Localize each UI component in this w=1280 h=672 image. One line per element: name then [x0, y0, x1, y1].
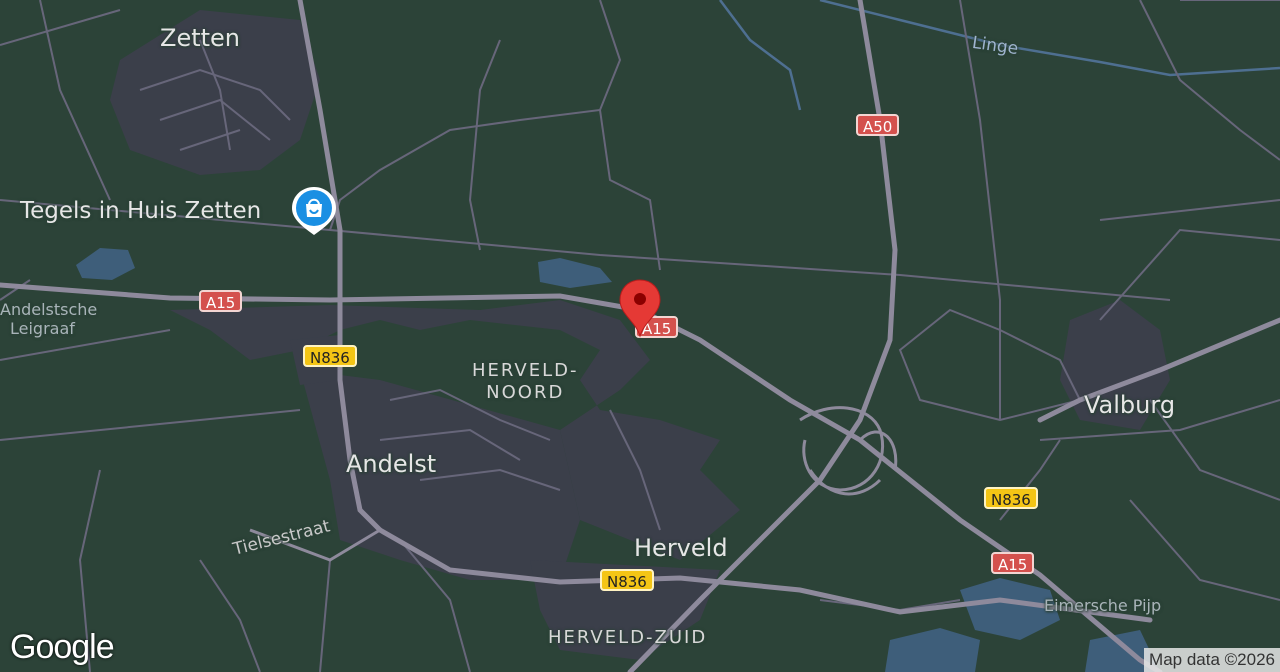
road-shield-n836-south: N836	[600, 569, 654, 591]
town-label-andelst: Andelst	[346, 450, 437, 478]
area-label-andelstsche-line1: Andelstsche	[0, 300, 98, 319]
road-shield-a15-west: A15	[199, 290, 243, 312]
google-logo: Google	[10, 628, 115, 666]
map-pin-icon[interactable]	[616, 278, 664, 338]
road-shield-n836-north: N836	[303, 345, 357, 367]
area-label-herveld-noord: HERVELD- NOORD	[472, 360, 579, 404]
area-label-herveld-noord-line1: HERVELD-	[472, 360, 579, 381]
road-shield-a50: A50	[856, 114, 900, 136]
poi-label[interactable]: Tegels in Huis Zetten	[20, 198, 261, 224]
area-label-herveld-zuid: HERVELD-ZUID	[548, 627, 708, 648]
area-label-andelstsche-line2: Leigraaf	[10, 319, 75, 338]
map-attribution[interactable]: Map data ©2026	[1144, 648, 1280, 672]
map-canvas[interactable]: Zetten Andelst Herveld Valburg HERVELD- …	[0, 0, 1280, 672]
town-label-valburg: Valburg	[1084, 391, 1176, 419]
road-shield-a15-east: A15	[991, 552, 1035, 574]
area-label-andelstsche-leigraaf: Andelstsche Leigraaf	[0, 300, 97, 338]
town-label-zetten: Zetten	[160, 24, 241, 52]
area-label-eimersche-pijp: Eimersche Pijp	[1044, 596, 1162, 615]
road-shield-n836-east: N836	[984, 487, 1038, 509]
town-label-herveld: Herveld	[634, 534, 728, 562]
area-label-herveld-noord-line2: NOORD	[486, 382, 565, 403]
shopping-bag-icon[interactable]	[290, 185, 338, 237]
